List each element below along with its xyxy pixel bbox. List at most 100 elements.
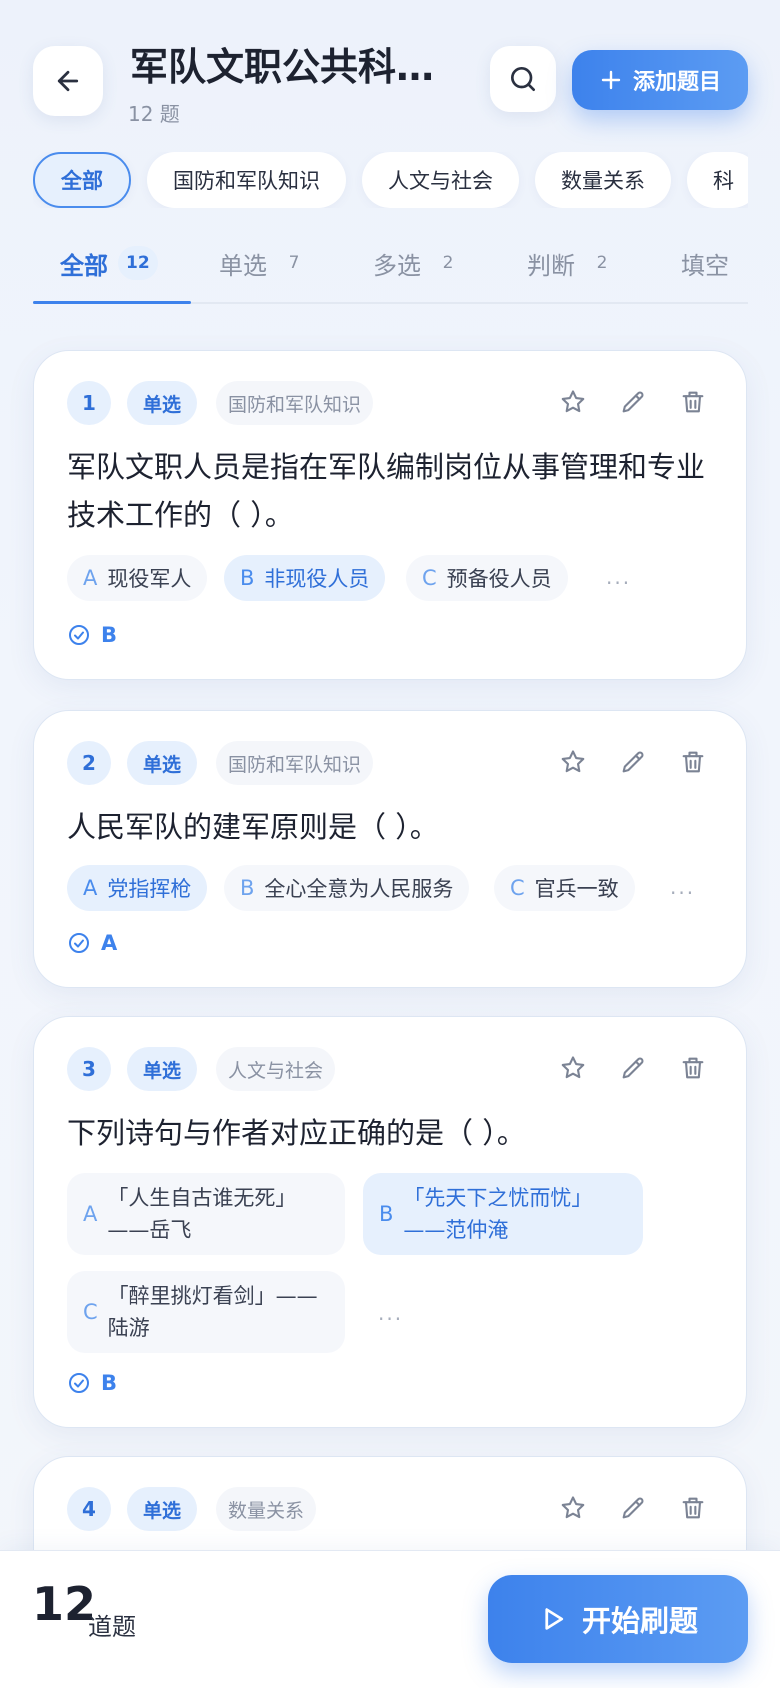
option-text-line: 陆游 — [107, 1316, 150, 1340]
favorite-button[interactable] — [556, 745, 590, 779]
category-chip-science[interactable]: 科 — [687, 152, 748, 208]
category-chip-quantitative[interactable]: 数量关系 — [535, 152, 671, 208]
tab-count-badge: 2 — [596, 253, 608, 273]
tab-label: 判断 — [527, 252, 575, 280]
favorite-button[interactable] — [556, 1051, 590, 1085]
trash-icon — [682, 751, 704, 773]
bottom-bar: 12 道题 开始刷题 — [0, 1550, 780, 1688]
option-a[interactable]: A 「人生自古谁无死」 ——岳飞 — [67, 1173, 345, 1255]
tab-fill-blank[interactable]: 填空 — [681, 234, 729, 302]
delete-button[interactable] — [676, 745, 710, 779]
category-chip-all[interactable]: 全部 — [33, 152, 131, 208]
option-text: 党指挥枪 — [107, 877, 192, 901]
page-title: 军队文职公共科目... — [130, 45, 460, 89]
tab-label: 单选 — [219, 252, 267, 280]
pencil-icon — [622, 391, 644, 413]
delete-button[interactable] — [676, 385, 710, 419]
favorite-button[interactable] — [556, 1491, 590, 1525]
pencil-icon — [622, 751, 644, 773]
star-icon — [561, 750, 585, 773]
tab-multiple-choice[interactable]: 多选 2 — [373, 234, 465, 302]
question-card[interactable]: 3 单选 人文与社会 下列诗句与作者对应正确的是（ ）。 A 「人生自古谁无死」… — [33, 1016, 747, 1428]
option-text-line: 「醉里挑灯看剑」—— — [107, 1284, 318, 1308]
tab-label: 多选 — [373, 252, 421, 280]
correct-answer: B — [67, 1371, 117, 1395]
question-stem: 人民军队的建军原则是（ ）。 — [67, 810, 439, 844]
search-icon — [510, 67, 535, 91]
option-key: B — [240, 566, 255, 590]
trash-icon — [682, 1057, 704, 1079]
option-key: A — [83, 566, 98, 590]
active-tab-indicator — [33, 301, 191, 304]
edit-button[interactable] — [616, 745, 650, 779]
favorite-button[interactable] — [556, 385, 590, 419]
play-icon — [545, 1608, 564, 1630]
question-type-badge: 单选 — [127, 381, 198, 425]
tab-all[interactable]: 全部 12 — [60, 234, 158, 302]
option-c[interactable]: C 官兵一致 — [494, 865, 635, 911]
question-actions — [556, 385, 710, 419]
option-text: 现役军人 — [107, 567, 192, 591]
option-key: C — [422, 566, 437, 590]
question-count-subtitle: 12 题 — [128, 102, 180, 126]
question-stem: 军队文职人员是指在军队编制岗位从事管理和专业技术工作的（ ）。 — [67, 450, 706, 532]
option-text-line: 「人生自古谁无死」 — [107, 1186, 297, 1210]
edit-button[interactable] — [616, 1491, 650, 1525]
option-a[interactable]: A 党指挥枪 — [67, 865, 208, 911]
start-practice-button[interactable]: 开始刷题 — [488, 1575, 748, 1663]
question-number: 3 — [67, 1047, 111, 1091]
option-b[interactable]: B 全心全意为人民服务 — [224, 865, 470, 911]
option-key: A — [83, 1202, 98, 1226]
category-chip-defense[interactable]: 国防和军队知识 — [147, 152, 346, 208]
back-button[interactable] — [33, 46, 103, 116]
tab-single-choice[interactable]: 单选 7 — [219, 234, 311, 302]
edit-button[interactable] — [616, 1051, 650, 1085]
category-chip-humanities[interactable]: 人文与社会 — [362, 152, 519, 208]
tab-label: 填空 — [681, 252, 729, 280]
option-b[interactable]: B 非现役人员 — [224, 555, 386, 601]
option-c[interactable]: C 「醉里挑灯看剑」—— 陆游 — [67, 1271, 345, 1353]
option-text-line: ——范仲淹 — [403, 1218, 509, 1242]
question-category-badge: 数量关系 — [216, 1487, 317, 1531]
header: 军队文职公共科目... 12 题 添加题目 — [0, 0, 780, 140]
correct-answer: A — [67, 931, 117, 955]
option-b[interactable]: B 「先天下之忧而忧」 ——范仲淹 — [363, 1173, 643, 1255]
question-type-badge: 单选 — [127, 1487, 198, 1531]
option-key: B — [240, 876, 255, 900]
type-tabs: 全部 12 单选 7 多选 2 判断 2 填空 — [33, 234, 748, 304]
option-c[interactable]: C 预备役人员 — [406, 555, 568, 601]
option-text-line: ——岳飞 — [107, 1218, 192, 1242]
option-text-line: 「先天下之忧而忧」 — [403, 1186, 593, 1210]
delete-button[interactable] — [676, 1051, 710, 1085]
question-category-badge: 人文与社会 — [216, 1047, 336, 1091]
question-actions — [556, 1051, 710, 1085]
tab-true-false[interactable]: 判断 2 — [527, 234, 619, 302]
option-text: 预备役人员 — [446, 567, 552, 591]
question-type-badge: 单选 — [127, 741, 198, 785]
question-card[interactable]: 1 单选 国防和军队知识 军队文职人员是指在军队编制岗位从事管理和专业技术工作的… — [33, 350, 747, 680]
star-icon — [561, 390, 585, 413]
star-icon — [561, 1056, 585, 1079]
option-text: 官兵一致 — [534, 877, 619, 901]
total-count: 12 — [32, 1577, 97, 1631]
trash-icon — [682, 1497, 704, 1519]
option-a[interactable]: A 现役军人 — [67, 555, 208, 601]
tab-label: 全部 — [60, 252, 108, 280]
question-actions — [556, 745, 710, 779]
question-category-badge: 国防和军队知识 — [216, 381, 374, 425]
option-text: 「醉里挑灯看剑」—— 陆游 — [108, 1280, 318, 1344]
edit-button[interactable] — [616, 385, 650, 419]
search-button[interactable] — [490, 46, 556, 112]
pencil-icon — [622, 1057, 644, 1079]
question-stem: 下列诗句与作者对应正确的是（ ）。 — [67, 1116, 526, 1150]
question-card[interactable]: 2 单选 国防和军队知识 人民军队的建军原则是（ ）。 A 党指挥枪 B 全心全… — [33, 710, 747, 988]
answer-value: B — [101, 1371, 118, 1395]
add-question-button[interactable]: 添加题目 — [572, 50, 748, 110]
option-text: 「先天下之忧而忧」 ——范仲淹 — [403, 1182, 592, 1246]
more-options-ellipsis: ... — [378, 1301, 404, 1325]
start-practice-label: 开始刷题 — [581, 1604, 698, 1638]
question-type-badge: 单选 — [127, 1047, 198, 1091]
tab-count-badge: 2 — [442, 253, 454, 273]
question-number: 1 — [67, 381, 111, 425]
delete-button[interactable] — [676, 1491, 710, 1525]
